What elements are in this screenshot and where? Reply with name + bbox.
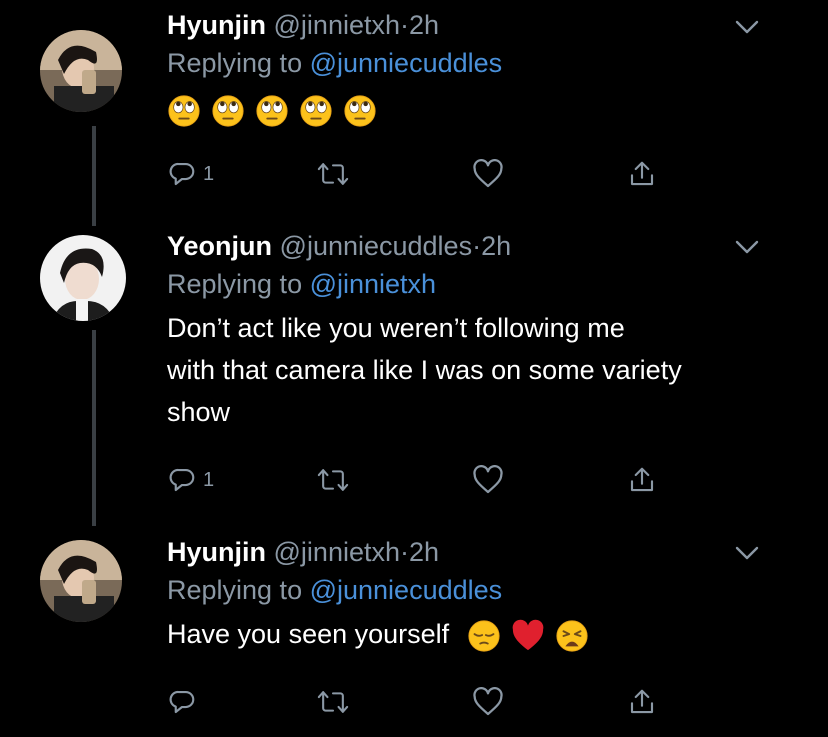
chevron-down-icon[interactable] — [734, 14, 760, 40]
tweet-text: Don’t act like you weren’t following me … — [167, 307, 788, 433]
face-with-rolling-eyes-icon — [344, 95, 376, 127]
share-icon — [630, 689, 654, 714]
reply-icon — [169, 690, 195, 714]
replying-to: Replying to @junniecuddles — [167, 573, 788, 607]
share-button[interactable] — [627, 159, 657, 189]
share-icon — [630, 161, 654, 186]
reply-icon — [169, 162, 195, 186]
separator-dot: · — [400, 537, 409, 567]
reply-button[interactable] — [167, 687, 203, 717]
chevron-down-icon[interactable] — [734, 540, 760, 566]
tweet-header: Hyunjin @jinnietxh·2h — [167, 8, 788, 42]
mention-link[interactable]: @junniecuddles — [310, 48, 503, 78]
display-name[interactable]: Hyunjin — [167, 10, 266, 40]
username[interactable]: @jinnietxh — [274, 537, 400, 567]
retweet-button[interactable] — [317, 465, 349, 495]
thread-line — [92, 126, 96, 226]
tweet-text: Have you seen yourself — [167, 613, 788, 655]
chevron-down-icon[interactable] — [734, 234, 760, 260]
tweet-text-content: Have you seen yourself — [167, 619, 450, 649]
heart-icon — [473, 159, 503, 188]
face-with-rolling-eyes-icon — [212, 95, 244, 127]
retweet-icon — [317, 469, 349, 491]
heart-icon — [473, 687, 503, 716]
reply-count: 1 — [203, 468, 215, 491]
tweet-text-line: show — [167, 397, 231, 427]
share-button[interactable] — [627, 465, 657, 495]
heart-icon — [473, 465, 503, 494]
reply-count: 1 — [203, 162, 215, 185]
share-icon — [630, 467, 654, 492]
tweet-header: Yeonjun @junniecuddles·2h — [167, 229, 788, 263]
timestamp[interactable]: 2h — [481, 231, 511, 261]
replying-prefix: Replying to — [167, 269, 310, 299]
red-heart-icon — [512, 619, 544, 651]
tweet-text — [167, 88, 788, 130]
reply-button[interactable]: 1 — [167, 465, 214, 495]
like-button[interactable] — [472, 687, 504, 717]
thread-line — [92, 330, 96, 526]
like-button[interactable] — [472, 159, 504, 189]
like-button[interactable] — [472, 465, 504, 495]
retweet-icon — [317, 163, 349, 185]
pensive-face-icon — [468, 620, 500, 652]
retweet-button[interactable] — [317, 687, 349, 717]
replying-to: Replying to @jinnietxh — [167, 267, 788, 301]
retweet-icon — [317, 691, 349, 713]
reply-icon — [169, 468, 195, 492]
display-name[interactable]: Yeonjun — [167, 231, 272, 261]
timestamp[interactable]: 2h — [409, 10, 439, 40]
face-with-rolling-eyes-icon — [300, 95, 332, 127]
avatar[interactable] — [40, 540, 122, 622]
separator-dot: · — [400, 10, 409, 40]
mention-link[interactable]: @jinnietxh — [310, 269, 436, 299]
replying-prefix: Replying to — [167, 48, 310, 78]
timestamp[interactable]: 2h — [409, 537, 439, 567]
replying-to: Replying to @junniecuddles — [167, 46, 788, 80]
username[interactable]: @junniecuddles — [280, 231, 473, 261]
share-button[interactable] — [627, 687, 657, 717]
mention-link[interactable]: @junniecuddles — [310, 575, 503, 605]
weary-face-icon — [556, 620, 588, 652]
tweet-text-line: Don’t act like you weren’t following me — [167, 313, 625, 343]
tweet-text-line: with that camera like I was on some vari… — [167, 355, 682, 385]
reply-button[interactable]: 1 — [167, 159, 214, 189]
face-with-rolling-eyes-icon — [168, 95, 200, 127]
tweet-header: Hyunjin @jinnietxh·2h — [167, 535, 788, 569]
separator-dot: · — [472, 231, 482, 261]
replying-prefix: Replying to — [167, 575, 310, 605]
avatar[interactable] — [40, 235, 126, 321]
avatar[interactable] — [40, 30, 122, 112]
face-with-rolling-eyes-icon — [256, 95, 288, 127]
retweet-button[interactable] — [317, 159, 349, 189]
username[interactable]: @jinnietxh — [274, 10, 400, 40]
display-name[interactable]: Hyunjin — [167, 537, 266, 567]
